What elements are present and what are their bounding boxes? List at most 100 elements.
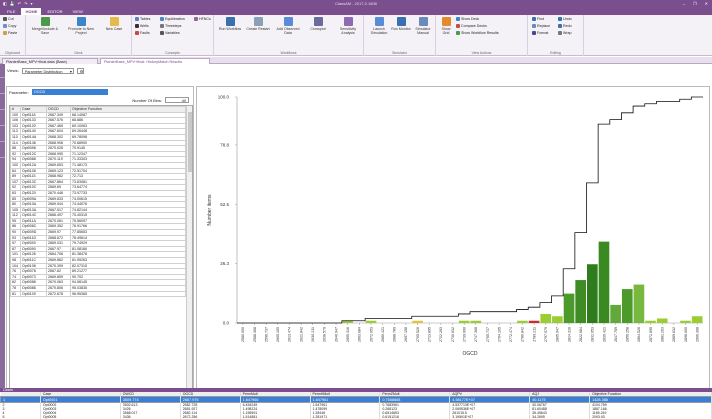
variables-button[interactable]: Variables bbox=[160, 31, 180, 35]
new-case-icon bbox=[109, 17, 119, 26]
run-monitor-button[interactable]: Run Monitor bbox=[390, 17, 412, 31]
x-tick-label: 2655.316 bbox=[346, 327, 350, 342]
x-tick-label: 2872.895 bbox=[649, 327, 653, 342]
table-cell: 1.647966 bbox=[240, 396, 311, 403]
wells-icon bbox=[135, 24, 139, 28]
compare-decks-button[interactable]: Compare Decks bbox=[456, 24, 487, 28]
merge-save-button[interactable]: Merge/Include & Save bbox=[30, 17, 60, 35]
create-restart-button[interactable]: Create Restart bbox=[246, 17, 270, 31]
x-axis-label: OGCD bbox=[463, 351, 478, 357]
x-tick-label: 2797.579 bbox=[544, 327, 548, 342]
case-row[interactable]: 5 Opt0005 3436 2672.256 1.514881 1.281971 0.61… bbox=[0, 415, 712, 419]
tables-icon bbox=[135, 17, 139, 21]
add-observed-data-button[interactable]: Add Observed Data bbox=[274, 17, 302, 35]
group-label: Deck bbox=[74, 51, 83, 55]
doc-tab-history-match[interactable]: PlanterBase_MPV+final: HistoryMatch Resu… bbox=[100, 58, 210, 64]
scrollbar-thumb[interactable] bbox=[188, 112, 192, 172]
run-workflow-button[interactable]: Run Workflow bbox=[218, 17, 242, 31]
redo-button[interactable]: Redo bbox=[558, 24, 572, 28]
show-grid-button[interactable]: Show Grid bbox=[439, 17, 453, 35]
x-tick-label: 2780.842 bbox=[521, 327, 525, 342]
doc-tab-base[interactable]: PlanterBase_MPV+final.data (Base) bbox=[2, 58, 98, 64]
tab-home[interactable]: HOME bbox=[21, 8, 42, 15]
settings-button[interactable]: ⚙ bbox=[76, 67, 84, 74]
new-case-button[interactable]: New Case bbox=[102, 17, 126, 31]
maximize-button[interactable]: ❐ bbox=[693, 0, 697, 8]
sensitivity-analysis-button[interactable]: Sensitivity Analysis bbox=[334, 17, 362, 35]
x-tick-label: 2621.842 bbox=[299, 327, 303, 342]
group-label: Clipboard bbox=[5, 51, 20, 55]
tables-button[interactable]: Tables bbox=[135, 17, 150, 21]
tab-file[interactable]: FILE bbox=[3, 8, 19, 15]
table-cell: 3509.774 bbox=[120, 396, 181, 403]
show-deck-button[interactable]: Show Deck bbox=[456, 17, 479, 21]
timesteps-button[interactable]: Timesteps bbox=[160, 24, 181, 28]
close-button[interactable]: ✕ bbox=[705, 0, 708, 8]
replace-button[interactable]: Replace bbox=[532, 24, 550, 28]
x-tick-label: 2898.000 bbox=[684, 327, 688, 342]
table-cell: 2672.256 bbox=[180, 415, 241, 419]
x-tick-label: 2739.000 bbox=[462, 327, 466, 342]
run-workflow-icon bbox=[225, 17, 235, 26]
promote-button[interactable]: Promote to New Project bbox=[66, 17, 96, 35]
table-cell: 1 bbox=[0, 396, 41, 403]
find-icon bbox=[532, 17, 536, 21]
x-tick-label: 2663.684 bbox=[358, 327, 362, 342]
histogram-bar bbox=[365, 320, 377, 323]
find-button[interactable]: Find bbox=[532, 17, 544, 21]
histogram-bar bbox=[470, 320, 482, 323]
table-cell: 1.514881 bbox=[240, 415, 311, 419]
paste-button[interactable]: Paste bbox=[3, 31, 17, 35]
histogram-bar bbox=[412, 320, 423, 323]
equilibration-button[interactable]: Equilibration bbox=[160, 17, 185, 21]
table-row[interactable]: 81 Opt0109 2672.678 96.95365 bbox=[10, 290, 186, 298]
copy-icon bbox=[3, 24, 7, 28]
parameter-select[interactable]: OGCD bbox=[31, 89, 108, 95]
x-tick-label: 2588.368 bbox=[253, 327, 257, 342]
group-label: Workflows bbox=[280, 51, 297, 55]
deck-icon bbox=[456, 17, 460, 21]
ribbon-tabs: FILE HOME EDITOR VIEW bbox=[0, 8, 712, 15]
window-title: ClassAM - 2017.2.1808 bbox=[335, 1, 377, 6]
table-cell: 0.6151216 bbox=[379, 415, 451, 419]
table-cell: 96.95365 bbox=[70, 290, 186, 298]
bins-input[interactable]: 40 bbox=[165, 97, 189, 103]
vertical-scrollbar[interactable] bbox=[186, 106, 192, 390]
faults-button[interactable]: Faults bbox=[135, 31, 150, 35]
tab-view[interactable]: VIEW bbox=[69, 8, 87, 15]
copy-button[interactable]: Copy bbox=[3, 24, 16, 28]
parameter-label: Parameter: bbox=[9, 89, 29, 95]
views-select[interactable]: Parameter Distribution ▾ bbox=[21, 67, 74, 74]
undo-button[interactable]: Undo bbox=[558, 17, 572, 21]
wrap-icon bbox=[558, 31, 562, 35]
tab-editor[interactable]: EDITOR bbox=[43, 8, 66, 15]
format-button[interactable]: Format bbox=[532, 31, 548, 35]
table-cell: 5 bbox=[0, 415, 41, 419]
side-panel-strip[interactable] bbox=[0, 64, 5, 398]
faults-icon bbox=[135, 31, 139, 35]
y-axis-label: Number items bbox=[207, 194, 213, 226]
cut-button[interactable]: Cut bbox=[3, 17, 14, 21]
histogram-bar bbox=[528, 320, 540, 323]
x-tick-label: 2697.158 bbox=[404, 327, 408, 342]
x-tick-label: 2613.474 bbox=[288, 327, 292, 342]
wrap-button[interactable]: Wrap bbox=[558, 31, 572, 35]
cumulative-line bbox=[237, 96, 703, 324]
wells-button[interactable]: Wells bbox=[135, 24, 149, 28]
hfncs-button[interactable]: HFNCs bbox=[194, 17, 211, 21]
histogram-bar bbox=[563, 293, 575, 323]
timesteps-icon bbox=[160, 24, 164, 28]
crossplot-button[interactable]: Crossplot bbox=[306, 17, 330, 31]
minimize-button[interactable]: – bbox=[683, 0, 685, 8]
table-cell: 81 bbox=[10, 290, 21, 298]
simulator-manual-button[interactable]: Simulator Manual bbox=[412, 17, 434, 35]
case-row[interactable]: 1 Opt0001 3509.774 2667.975 1.647966 1.647961… bbox=[0, 396, 712, 403]
group-label: Simulator bbox=[392, 51, 407, 55]
bins-label: Number Of Bins: bbox=[132, 97, 162, 103]
y-tick-label: 26.3 bbox=[220, 261, 229, 266]
launch-simulation-button[interactable]: Launch Simulation bbox=[368, 17, 390, 35]
x-tick-label: 2672.053 bbox=[369, 327, 373, 342]
histogram-chart: 0.0 26.3 52.5 78.8 100.0 2580.000 2588.368 2596… bbox=[207, 95, 703, 357]
show-workflow-results-button[interactable]: Show Workflow Results bbox=[456, 31, 499, 35]
run-monitor-icon bbox=[396, 17, 406, 26]
